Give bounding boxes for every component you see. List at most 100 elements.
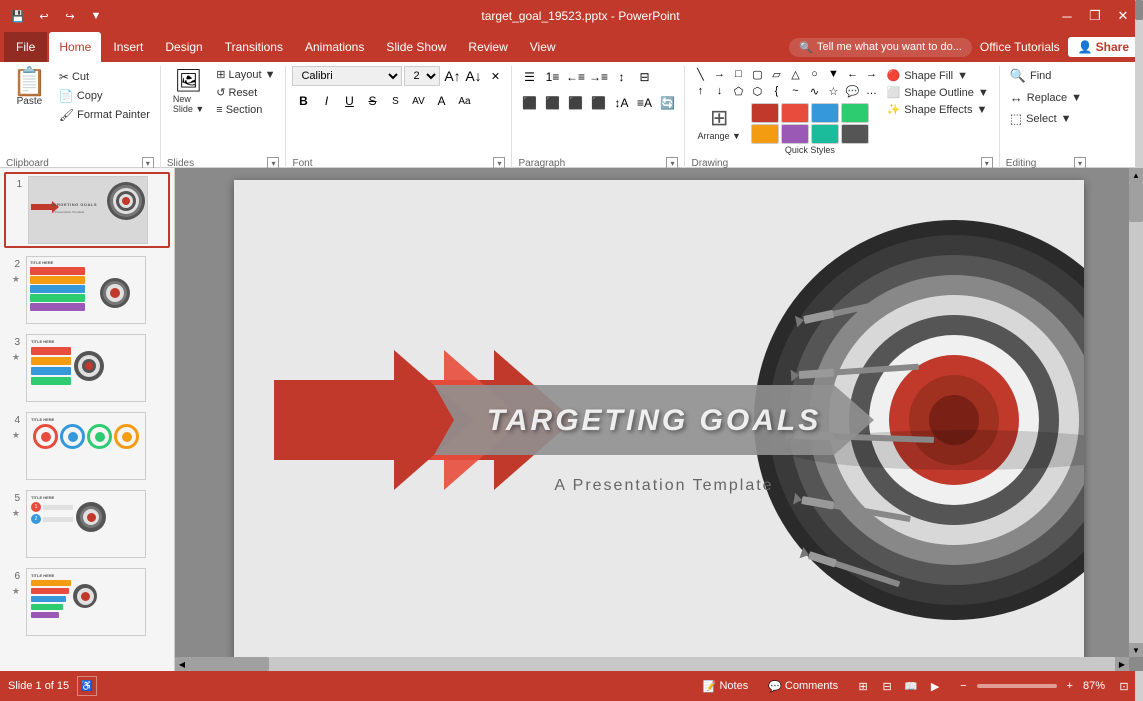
fit-slide-button[interactable]: ⊡ [1113, 675, 1135, 697]
select-dropdown-icon[interactable]: ▼ [1061, 113, 1072, 125]
down-arrow-shape[interactable]: ↓ [710, 83, 728, 99]
qs-teal[interactable] [811, 124, 839, 144]
brace-shape[interactable]: { [767, 83, 785, 99]
custom-shape[interactable]: ~ [786, 83, 804, 99]
zoom-slider[interactable] [977, 684, 1057, 688]
right-arrow-shape[interactable]: → [862, 66, 880, 82]
callout-shape[interactable]: 💬 [843, 83, 861, 99]
scroll-down-button[interactable]: ▼ [1129, 643, 1143, 657]
share-button[interactable]: 👤 Share [1068, 37, 1139, 57]
underline-button[interactable]: U [338, 90, 360, 112]
shapes-more[interactable]: … [862, 83, 880, 99]
redo-icon[interactable]: ↪ [60, 6, 80, 26]
increase-font-size-button[interactable]: A↑ [442, 66, 462, 86]
qs-green[interactable] [841, 103, 869, 123]
comments-button[interactable]: 💬 Comments [762, 678, 844, 695]
increase-indent-button[interactable]: →≡ [587, 66, 609, 88]
change-case-button[interactable]: Aa [453, 90, 475, 112]
text-direction-button[interactable]: ↕A [610, 92, 632, 114]
section-button[interactable]: ≡ Section [212, 102, 279, 118]
qs-orange[interactable] [751, 124, 779, 144]
copy-button[interactable]: 📄 Copy [55, 87, 154, 105]
qs-light-red[interactable] [781, 103, 809, 123]
select-button[interactable]: ⬚ Select ▼ [1006, 109, 1086, 129]
new-slide-button[interactable]: 🖼 NewSlide ▼ [167, 66, 210, 116]
tell-me-input[interactable]: 🔍 Tell me what you want to do... [789, 38, 972, 57]
left-arrow-shape[interactable]: ← [843, 66, 861, 82]
font-color-button[interactable]: A [430, 90, 452, 112]
arrow-shape[interactable]: → [710, 66, 728, 82]
align-center-button[interactable]: ⬛ [541, 92, 563, 114]
shape-fill-dropdown-icon[interactable]: ▼ [957, 70, 968, 82]
shape-effects-button[interactable]: ✨ Shape Effects ▼ [882, 102, 992, 117]
hexagon-shape[interactable]: ⬡ [748, 83, 766, 99]
smartart-button[interactable]: 🔄 [656, 92, 678, 114]
qs-red[interactable] [751, 103, 779, 123]
slide-canvas[interactable]: TARGETING GOALS A Presentation Template [234, 180, 1084, 660]
star-shape[interactable]: ☆ [824, 83, 842, 99]
view-menu-item[interactable]: View [520, 32, 566, 62]
italic-button[interactable]: I [315, 90, 337, 112]
clear-formatting-button[interactable]: ✕ [485, 66, 505, 86]
align-right-button[interactable]: ⬛ [564, 92, 586, 114]
reading-view-button[interactable]: 📖 [900, 675, 922, 697]
slide-thumb-5[interactable]: 5 ★ TITLE HERE 1 2 [4, 488, 170, 560]
bullet-list-button[interactable]: ☰ [518, 66, 540, 88]
undo-icon[interactable]: ↩ [34, 6, 54, 26]
slideshow-menu-item[interactable]: Slide Show [376, 32, 456, 62]
format-painter-button[interactable]: 🖌 Format Painter [55, 106, 154, 124]
transitions-menu-item[interactable]: Transitions [215, 32, 293, 62]
cut-button[interactable]: ✂ Cut [55, 68, 154, 86]
shape-effects-dropdown-icon[interactable]: ▼ [976, 104, 987, 116]
slide-thumb-2[interactable]: 2 ★ TITLE HERE [4, 254, 170, 326]
more-shapes[interactable]: ▼ [824, 66, 842, 82]
canvas-horizontal-scrollbar[interactable]: ◀ ▶ [175, 657, 1129, 671]
triangle-shape[interactable]: △ [786, 66, 804, 82]
scroll-right-button[interactable]: ▶ [1115, 657, 1129, 671]
paste-button[interactable]: 📋 Paste [6, 66, 53, 109]
decrease-font-size-button[interactable]: A↓ [463, 66, 483, 86]
arrange-button[interactable]: ⊞ Arrange ▼ [691, 103, 746, 155]
scroll-left-button[interactable]: ◀ [175, 657, 189, 671]
wave-shape[interactable]: ∿ [805, 83, 823, 99]
parallelogram-shape[interactable]: ▱ [767, 66, 785, 82]
slideshow-button[interactable]: ▶ [924, 675, 946, 697]
rounded-rect-shape[interactable]: ▢ [748, 66, 766, 82]
scroll-thumb-v[interactable] [1129, 182, 1143, 222]
close-button[interactable]: ✕ [1111, 4, 1135, 28]
minimize-button[interactable]: ─ [1055, 4, 1079, 28]
notes-button[interactable]: 📝 Notes [697, 678, 754, 695]
replace-button[interactable]: ↔ Replace ▼ [1006, 88, 1086, 107]
shadow-button[interactable]: S [384, 90, 406, 112]
scroll-thumb-h[interactable] [189, 657, 269, 671]
home-menu-item[interactable]: Home [49, 32, 101, 62]
find-button[interactable]: 🔍 Find [1006, 66, 1086, 86]
replace-dropdown-icon[interactable]: ▼ [1071, 92, 1082, 104]
align-left-button[interactable]: ⬛ [518, 92, 540, 114]
slide-thumb-1[interactable]: 1 TARGETING GOALS A Presentation Templat… [4, 172, 170, 248]
shape-fill-button[interactable]: 🔴 Shape Fill ▼ [882, 68, 992, 83]
slide-thumb-4[interactable]: 4 ★ TITLE HERE [4, 410, 170, 482]
numbered-list-button[interactable]: 1≡ [541, 66, 563, 88]
line-shape[interactable]: ╲ [691, 66, 709, 82]
normal-view-button[interactable]: ⊞ [852, 675, 874, 697]
circle-shape[interactable]: ○ [805, 66, 823, 82]
slide-sorter-button[interactable]: ⊟ [876, 675, 898, 697]
layout-button[interactable]: ⊞ Layout ▼ [212, 66, 279, 83]
office-tutorials-button[interactable]: Office Tutorials [980, 40, 1060, 54]
line-spacing-button[interactable]: ↕ [610, 66, 632, 88]
qs-purple[interactable] [781, 124, 809, 144]
customize-quick-access-icon[interactable]: ▼ [86, 6, 106, 26]
file-menu[interactable]: File [4, 32, 47, 62]
rect-shape[interactable]: □ [729, 66, 747, 82]
shape-outline-dropdown-icon[interactable]: ▼ [978, 87, 989, 99]
qs-dark[interactable] [841, 124, 869, 144]
shape-outline-button[interactable]: ⬜ Shape Outline ▼ [882, 85, 992, 100]
scroll-up-button[interactable]: ▲ [1129, 168, 1143, 182]
save-icon[interactable]: 💾 [8, 6, 28, 26]
canvas-vertical-scrollbar[interactable]: ▲ ▼ [1129, 168, 1143, 657]
restore-button[interactable]: ❐ [1083, 4, 1107, 28]
animations-menu-item[interactable]: Animations [295, 32, 374, 62]
decrease-indent-button[interactable]: ←≡ [564, 66, 586, 88]
design-menu-item[interactable]: Design [155, 32, 212, 62]
